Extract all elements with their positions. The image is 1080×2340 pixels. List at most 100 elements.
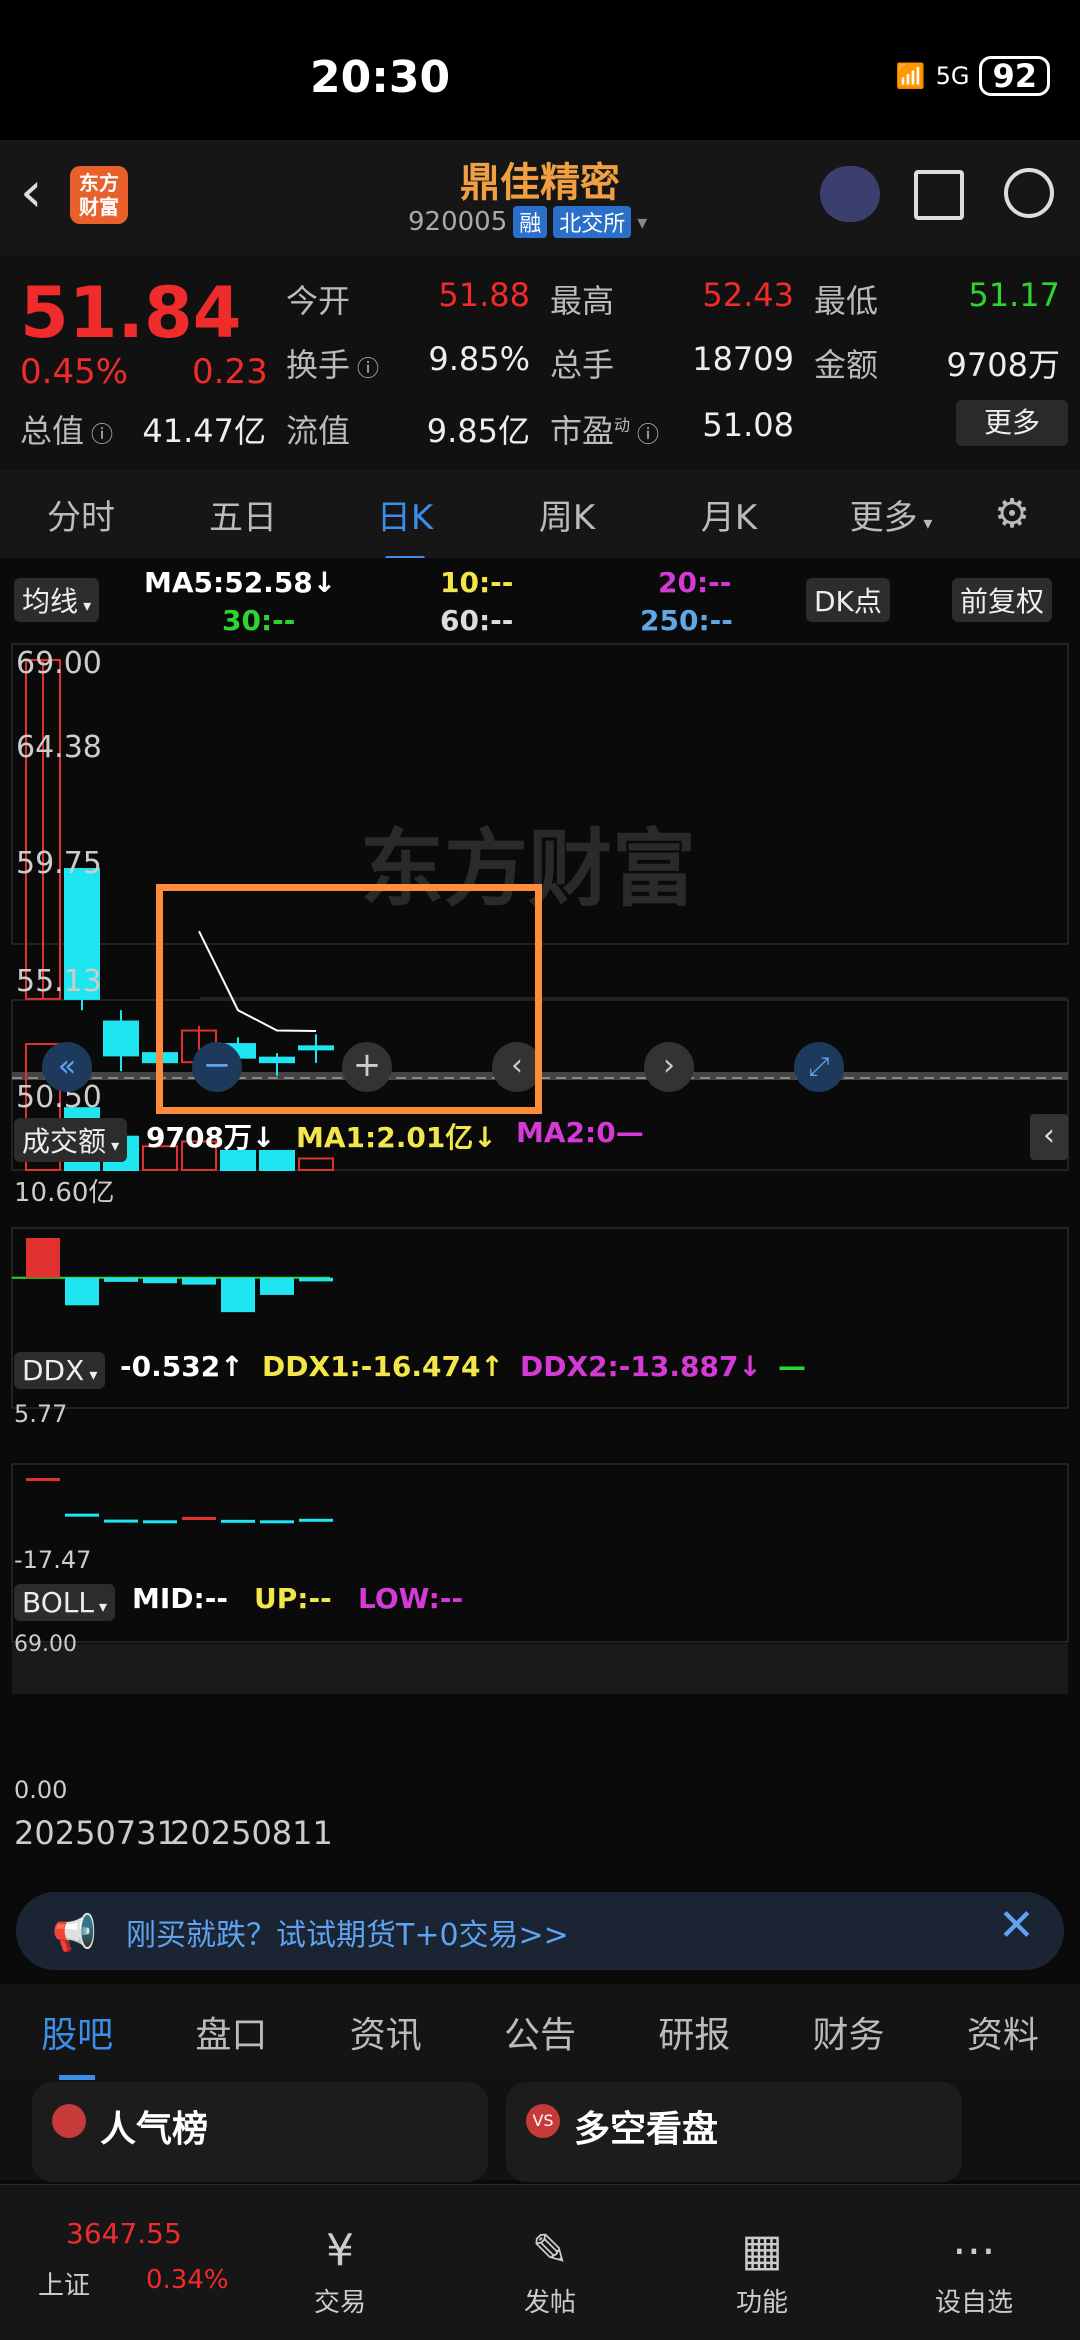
signal-label: 5G bbox=[935, 62, 970, 90]
vs-icon: VS bbox=[526, 2104, 560, 2138]
boll-mini-candle bbox=[299, 1518, 333, 1522]
stock-code-row[interactable]: 920005 融 北交所 ▾ bbox=[408, 206, 647, 238]
volume-dropdown[interactable]: 成交额 ▾ bbox=[14, 1118, 128, 1162]
exchange-tag: 北交所 bbox=[553, 206, 632, 238]
boll-mini-candle bbox=[260, 1520, 294, 1524]
chevron-down-icon: ▾ bbox=[917, 512, 933, 534]
change-amount: 0.23 bbox=[192, 352, 268, 392]
volume-ma1: MA1:2.01亿↓ bbox=[296, 1121, 497, 1154]
info-icon[interactable]: ⓘ bbox=[84, 423, 113, 448]
pe-value: 51.08 bbox=[702, 406, 794, 444]
high-label: 最高 bbox=[550, 282, 615, 320]
status-icons: 📶 5G 92 bbox=[896, 56, 1050, 96]
candle-body bbox=[103, 1020, 139, 1057]
bull-bear-title: 多空看盘 bbox=[574, 2109, 719, 2150]
tab-profile[interactable]: 资料 bbox=[967, 2006, 1039, 2058]
boll-mini-candle bbox=[104, 1519, 138, 1523]
boll-dropdown[interactable]: BOLL ▾ bbox=[14, 1584, 116, 1621]
nav-watchlist[interactable]: ⋯ 设自选 bbox=[904, 2225, 1044, 2319]
tab-announcements[interactable]: 公告 bbox=[504, 2006, 576, 2058]
index-name[interactable]: 上证 bbox=[38, 2265, 90, 2302]
index-pct[interactable]: 0.34% bbox=[146, 2265, 229, 2295]
amount-value: 9708万 bbox=[946, 346, 1060, 384]
popularity-title: 人气榜 bbox=[100, 2109, 209, 2150]
date-axis-bar bbox=[12, 1644, 1068, 1694]
volume-value: 18709 bbox=[692, 340, 794, 378]
chart-area: 均线 ▾ MA5:52.58↓ 10:-- 20:-- 30:-- 60:-- … bbox=[0, 558, 1080, 1888]
close-icon[interactable]: ✕ bbox=[998, 1900, 1035, 1951]
volume-label: 总手 bbox=[550, 346, 615, 384]
fullscreen-icon[interactable]: ⤢ bbox=[794, 1042, 844, 1092]
tab-finance[interactable]: 财务 bbox=[813, 2006, 885, 2058]
tab-research[interactable]: 研报 bbox=[658, 2006, 730, 2058]
pe-dynamic-sup: 动 bbox=[614, 415, 631, 435]
ddx-bar bbox=[260, 1277, 294, 1295]
grid-icon: ▦ bbox=[741, 2225, 783, 2276]
share-icon[interactable] bbox=[914, 170, 964, 220]
robot-assistant-icon[interactable] bbox=[820, 166, 880, 222]
boll-frame bbox=[11, 1463, 1069, 1643]
turnover-value: 9.85% bbox=[428, 340, 530, 378]
ddx-bar bbox=[26, 1238, 60, 1278]
boll-mini-candle bbox=[182, 1516, 216, 1520]
tab-more[interactable]: 更多 ▾ bbox=[810, 490, 972, 539]
tab-monthly-k[interactable]: 月K bbox=[648, 490, 810, 539]
high-value: 52.43 bbox=[702, 276, 794, 314]
amount-label: 金额 bbox=[814, 346, 879, 384]
scroll-left-fast-icon[interactable]: « bbox=[42, 1042, 92, 1092]
volume-ma2: MA2:0— bbox=[516, 1116, 644, 1149]
nav-trade[interactable]: ¥ 交易 bbox=[270, 2225, 410, 2319]
tab-order-book[interactable]: 盘口 bbox=[195, 2006, 267, 2058]
boll-mini-candle bbox=[26, 1478, 60, 1481]
more-button[interactable]: 更多 bbox=[956, 400, 1068, 446]
ddx1-value: DDX1:-16.474↑ bbox=[262, 1350, 504, 1383]
scroll-right-icon[interactable]: › bbox=[644, 1042, 694, 1092]
float-label: 流值 bbox=[286, 412, 351, 450]
current-price: 51.84 bbox=[20, 272, 242, 354]
index-value[interactable]: 3647.55 bbox=[66, 2217, 182, 2250]
bull-bear-card[interactable]: VS 多空看盘 bbox=[506, 2082, 962, 2182]
edit-icon: ✎ bbox=[531, 2225, 569, 2276]
y-label-3: 59.75 bbox=[16, 846, 102, 881]
promo-banner[interactable]: 📢 刚买就跌？试试期货T+0交易>> ✕ bbox=[16, 1892, 1064, 1970]
tab-news[interactable]: 资讯 bbox=[350, 2006, 422, 2058]
boll-mini-candle bbox=[221, 1519, 255, 1523]
banner-text[interactable]: 刚买就跌？试试期货T+0交易>> bbox=[126, 1910, 569, 1954]
collapse-left-icon[interactable]: ‹ bbox=[1030, 1114, 1068, 1160]
gear-icon[interactable]: ⚙ bbox=[972, 491, 1052, 537]
ddx-bar bbox=[299, 1277, 333, 1282]
tab-daily-k[interactable]: 日K bbox=[324, 490, 486, 561]
tab-weekly-k[interactable]: 周K bbox=[486, 490, 648, 539]
pe-label: 市盈动 ⓘ bbox=[550, 412, 660, 450]
volume-max-label: 10.60亿 bbox=[14, 1178, 115, 1208]
kline-chart-svg[interactable]: 东方财富 bbox=[0, 558, 1080, 1888]
margin-tag: 融 bbox=[513, 206, 548, 238]
tab-intraday[interactable]: 分时 bbox=[0, 490, 162, 539]
volume-bar bbox=[298, 1157, 334, 1171]
bottom-nav: 3647.55 上证 0.34% ¥ 交易 ✎ 发帖 ▦ 功能 ⋯ 设自选 bbox=[0, 2184, 1080, 2340]
open-label: 今开 bbox=[286, 282, 351, 320]
ddx-top-label: 5.77 bbox=[14, 1400, 68, 1428]
highlight-box bbox=[156, 884, 542, 1114]
info-icon[interactable]: ⓘ bbox=[350, 357, 379, 382]
tab-five-day[interactable]: 五日 bbox=[162, 490, 324, 539]
rank-icon bbox=[52, 2104, 86, 2138]
period-tabs: 分时 五日 日K 周K 月K 更多 ▾ ⚙ bbox=[0, 470, 1080, 561]
app-header: ‹ 东方财富 鼎佳精密 920005 融 北交所 ▾ bbox=[0, 140, 1080, 256]
info-icon[interactable]: ⓘ bbox=[630, 423, 659, 448]
nav-post[interactable]: ✎ 发帖 bbox=[480, 2225, 620, 2319]
boll-mid: MID:-- bbox=[132, 1582, 228, 1615]
tab-guba[interactable]: 股吧 bbox=[41, 2006, 113, 2080]
wifi-icon: 📶 bbox=[895, 62, 926, 90]
battery-icon: 92 bbox=[979, 56, 1050, 96]
search-icon[interactable] bbox=[1004, 168, 1054, 218]
nav-function[interactable]: ▦ 功能 bbox=[692, 2225, 832, 2319]
ddx-dropdown[interactable]: DDX ▾ bbox=[14, 1352, 106, 1389]
boll-top-label: 69.00 bbox=[14, 1632, 77, 1657]
ddx3-value: — bbox=[778, 1350, 806, 1383]
date-label-start: 20250731 bbox=[14, 1814, 177, 1852]
boll-mini-candle bbox=[65, 1513, 99, 1517]
boll-low: LOW:-- bbox=[358, 1582, 464, 1615]
more-dots-icon: ⋯ bbox=[952, 2225, 996, 2276]
popularity-card[interactable]: 人气榜 bbox=[32, 2082, 488, 2182]
